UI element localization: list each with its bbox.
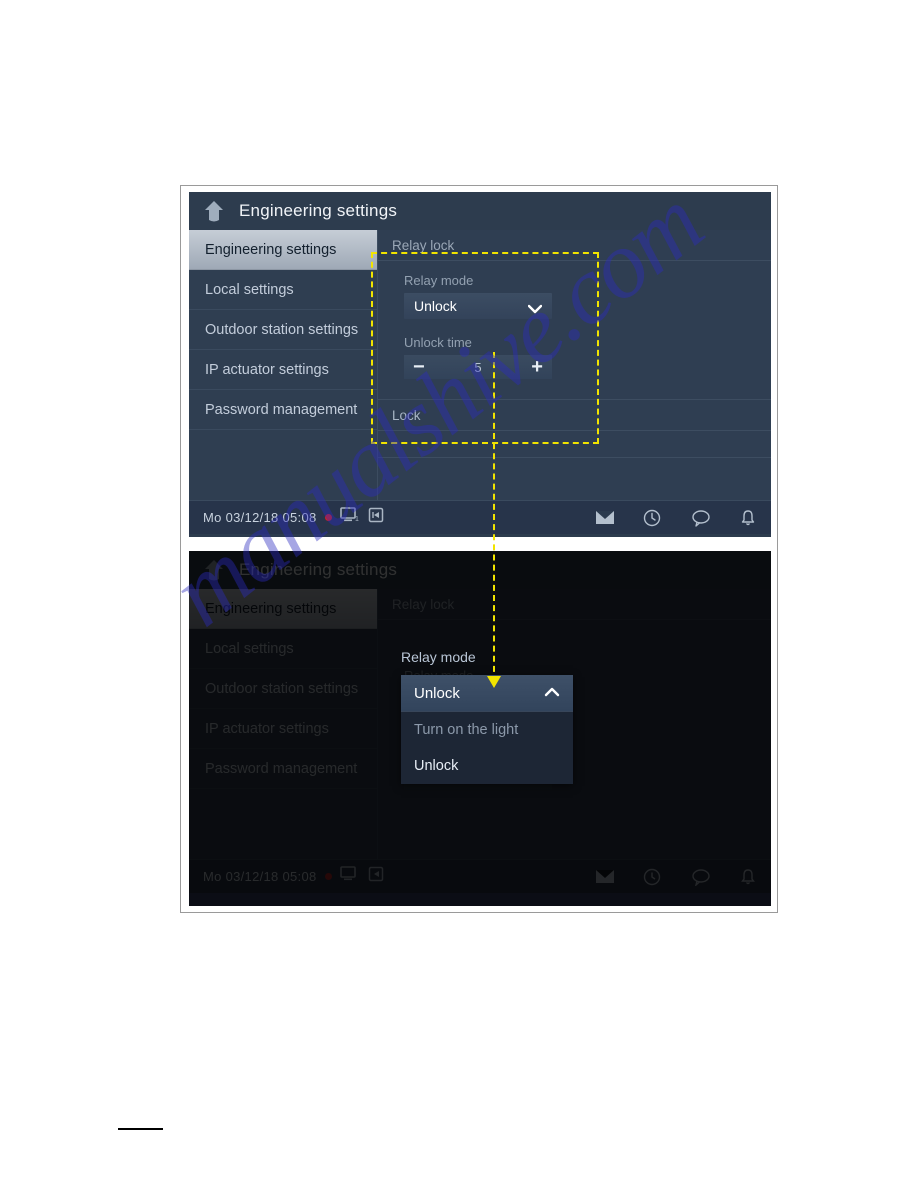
bottom-statusbar: Mo 03/12/18 05:08 — [189, 859, 771, 893]
sidebar-item-outdoor-station-settings[interactable]: Outdoor station settings — [189, 669, 377, 709]
relay-mode-label: Relay mode — [404, 273, 474, 288]
record-dot-icon — [324, 514, 332, 521]
dropdown-option-label: Turn on the light — [414, 722, 519, 738]
decrement-button[interactable]: − — [413, 357, 425, 377]
unlock-time-field: Unlock time − 5 + — [378, 325, 771, 385]
sidebar-item-password-management[interactable]: Password management — [189, 390, 377, 430]
dropdown-selected-value: Unlock — [414, 684, 460, 702]
chevron-down-icon — [527, 301, 543, 314]
empty-row — [378, 431, 771, 458]
status-left-group: Mo 03/12/18 05:08 1 — [203, 507, 384, 528]
relay-lock-group-title: Relay lock — [378, 230, 771, 261]
relay-lock-group-title: Relay lock — [378, 589, 771, 620]
sidebar-item-label: Local settings — [205, 640, 294, 657]
status-datetime: Mo 03/12/18 05:08 — [203, 510, 317, 525]
sidebar-item-engineering-settings[interactable]: Engineering settings — [189, 589, 377, 629]
unlock-time-label: Unlock time — [404, 335, 472, 350]
bottom-titlebar: Engineering settings — [189, 551, 771, 589]
clock-icon[interactable] — [643, 868, 661, 886]
relay-mode-field: Relay mode Unlock — [378, 261, 771, 325]
status-right-group — [595, 509, 757, 527]
relay-mode-dropdown-open: Relay mode Unlock Turn on the light Unlo… — [401, 649, 573, 784]
chat-icon[interactable] — [691, 509, 710, 527]
unlock-time-value: 5 — [474, 359, 482, 375]
page-title: Engineering settings — [239, 201, 398, 220]
monitor-1-icon: 1 — [339, 507, 360, 528]
sidebar-item-label: Engineering settings — [205, 241, 337, 258]
sidebar-item-label: Local settings — [205, 281, 294, 298]
lock-row[interactable]: Lock — [378, 399, 771, 431]
sidebar-item-label: Password management — [205, 401, 358, 418]
relay-mode-value: Unlock — [414, 298, 457, 314]
status-left-group: Mo 03/12/18 05:08 — [203, 866, 384, 887]
top-statusbar: Mo 03/12/18 05:08 1 — [189, 500, 771, 534]
relay-mode-select[interactable]: Unlock — [404, 293, 552, 319]
forward-icon — [368, 866, 384, 887]
chevron-up-icon — [544, 684, 560, 702]
bell-icon[interactable] — [739, 868, 757, 886]
dropdown-selected-item[interactable]: Unlock — [401, 675, 573, 711]
bell-icon[interactable] — [739, 509, 757, 527]
dropdown-option-unlock[interactable]: Unlock — [401, 748, 573, 784]
increment-button[interactable]: + — [531, 357, 543, 377]
footnote-separator — [118, 1128, 163, 1130]
status-right-group — [595, 868, 757, 887]
dropdown-field-label: Relay mode — [401, 649, 476, 665]
sidebar-item-label: IP actuator settings — [205, 720, 329, 737]
bottom-sidebar: Engineering settings Local settings Outd… — [189, 589, 378, 859]
page-root: Engineering settings Engineering setting… — [0, 0, 918, 1188]
top-device-screen: Engineering settings Engineering setting… — [189, 192, 771, 537]
sidebar-item-password-management[interactable]: Password management — [189, 749, 377, 789]
clock-icon[interactable] — [643, 509, 661, 527]
mail-icon[interactable] — [595, 868, 614, 886]
dropdown-option-turn-on-the-light[interactable]: Turn on the light — [401, 712, 573, 748]
figure-frame: Engineering settings Engineering setting… — [180, 185, 778, 913]
up-arrow-icon[interactable] — [203, 558, 225, 582]
sidebar-item-label: Outdoor station settings — [205, 321, 359, 338]
sidebar-item-local-settings[interactable]: Local settings — [189, 629, 377, 669]
sidebar-item-label: Password management — [205, 760, 358, 777]
monitor-1-icon — [339, 866, 360, 887]
page-title: Engineering settings — [239, 560, 398, 579]
dropdown-list: Unlock Turn on the light Unlock — [401, 675, 573, 784]
lock-row-label: Lock — [392, 407, 421, 423]
sidebar-item-ip-actuator-settings[interactable]: IP actuator settings — [189, 709, 377, 749]
bottom-device-screen: Engineering settings Engineering setting… — [189, 551, 771, 906]
record-dot-icon — [324, 873, 332, 880]
top-titlebar: Engineering settings — [189, 192, 771, 230]
dropdown-option-label: Unlock — [414, 758, 459, 774]
sidebar-item-engineering-settings[interactable]: Engineering settings — [189, 230, 377, 270]
up-arrow-icon[interactable] — [203, 199, 225, 223]
forward-icon — [368, 507, 384, 528]
sidebar-item-label: Engineering settings — [205, 600, 337, 617]
sidebar-item-label: Outdoor station settings — [205, 680, 359, 697]
top-sidebar: Engineering settings Local settings Outd… — [189, 230, 378, 500]
top-content-panel: Relay lock Relay mode Unlock Unlock time… — [378, 230, 771, 500]
sidebar-item-ip-actuator-settings[interactable]: IP actuator settings — [189, 350, 377, 390]
sidebar-item-local-settings[interactable]: Local settings — [189, 270, 377, 310]
mail-icon[interactable] — [595, 509, 614, 527]
sidebar-item-label: IP actuator settings — [205, 361, 329, 378]
chat-icon[interactable] — [691, 868, 710, 887]
status-datetime: Mo 03/12/18 05:08 — [203, 869, 317, 884]
svg-text:1: 1 — [355, 516, 359, 523]
unlock-time-stepper[interactable]: − 5 + — [404, 355, 552, 379]
sidebar-item-outdoor-station-settings[interactable]: Outdoor station settings — [189, 310, 377, 350]
top-body: Engineering settings Local settings Outd… — [189, 230, 771, 500]
